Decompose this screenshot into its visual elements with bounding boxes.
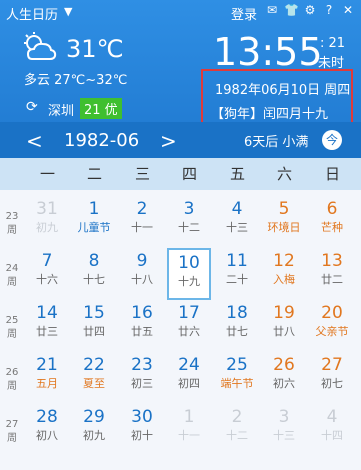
weekday-label: 三 <box>134 165 150 183</box>
day-cell[interactable]: 26 初六 <box>262 352 306 404</box>
close-icon[interactable]: ✕ <box>341 3 355 17</box>
day-cell[interactable]: 24 初四 <box>167 352 211 404</box>
day-cell[interactable]: 3 十三 <box>262 404 306 456</box>
day-cell[interactable]: 1 儿童节 <box>72 196 116 248</box>
week-number: 26 周 <box>5 367 19 392</box>
title-bar: 人生日历 ▼ 登录 ✉ 👕 ⚙ ? ✕ <box>0 0 361 24</box>
solar-date: 1982年06月10日 周四 <box>215 83 351 98</box>
weekday-header: 一 二 三 四 五 六 日 <box>0 158 361 190</box>
day-cell[interactable]: 4 十三 <box>215 196 259 248</box>
day-cell[interactable]: 27 初七 <box>310 352 354 404</box>
weekday-label: 一 <box>39 165 55 183</box>
mail-icon[interactable]: ✉ <box>265 3 279 17</box>
week-number: 25 周 <box>5 315 19 340</box>
aqi-badge: 21 优 <box>80 98 122 119</box>
month-nav: < 1982-06 > 6天后 小满 今 <box>0 122 361 158</box>
header-panel: 人生日历 ▼ 登录 ✉ 👕 ⚙ ? ✕ 31℃ 多云 27℃~32℃ ⟳ 深圳 … <box>0 0 361 158</box>
city-name[interactable]: 深圳 <box>48 100 74 119</box>
day-cell[interactable]: 6 芒种 <box>310 196 354 248</box>
weekday-label: 日 <box>324 165 340 183</box>
day-cell[interactable]: 18 廿七 <box>215 300 259 352</box>
next-month-button[interactable]: > <box>160 129 177 153</box>
day-cell[interactable]: 19 廿八 <box>262 300 306 352</box>
menu-caret-icon[interactable]: ▼ <box>64 5 72 18</box>
day-cell[interactable]: 15 廿四 <box>72 300 116 352</box>
day-cell[interactable]: 9 十八 <box>120 248 164 300</box>
day-cell[interactable]: 17 廿六 <box>167 300 211 352</box>
week-number-column: 23 周 24 周 25 周 26 周 27 周 <box>0 190 24 470</box>
day-cell[interactable]: 11 二十 <box>215 248 259 300</box>
day-cell[interactable]: 14 廿三 <box>25 300 69 352</box>
weekday-label: 二 <box>86 165 102 183</box>
weekday-label: 五 <box>229 165 245 183</box>
day-cell[interactable]: 31 初九 <box>25 196 69 248</box>
day-cell[interactable]: 16 廿五 <box>120 300 164 352</box>
day-cell[interactable]: 28 初八 <box>25 404 69 456</box>
refresh-icon[interactable]: ⟳ <box>26 99 38 115</box>
app-title[interactable]: 人生日历 <box>6 4 58 23</box>
settings-icon[interactable]: ⚙ <box>303 3 317 17</box>
day-cell[interactable]: 2 十一 <box>120 196 164 248</box>
day-cell[interactable]: 7 十六 <box>25 248 69 300</box>
calendar-window: 人生日历 ▼ 登录 ✉ 👕 ⚙ ? ✕ 31℃ 多云 27℃~32℃ ⟳ 深圳 … <box>0 0 361 470</box>
current-month[interactable]: 1982-06 <box>64 130 139 151</box>
week-number: 27 周 <box>5 419 19 444</box>
day-cell[interactable]: 21 五月 <box>25 352 69 404</box>
day-cell[interactable]: 1 十一 <box>167 404 211 456</box>
prev-month-button[interactable]: < <box>26 129 43 153</box>
day-cell[interactable]: 29 初九 <box>72 404 116 456</box>
login-link[interactable]: 登录 <box>231 4 257 23</box>
cloudy-icon <box>24 32 57 60</box>
week-number: 24 周 <box>5 263 19 288</box>
date-info-box: 1982年06月10日 周四 【狗年】闰四月十九 <box>201 69 353 129</box>
day-cell[interactable]: 8 十七 <box>72 248 116 300</box>
weekday-label: 六 <box>276 165 292 183</box>
day-cell[interactable]: 25 端午节 <box>215 352 259 404</box>
day-cell[interactable]: 20 父亲节 <box>310 300 354 352</box>
week-number: 23 周 <box>5 211 19 236</box>
day-cell[interactable]: 5 环境日 <box>262 196 306 248</box>
day-cell[interactable]: 2 十二 <box>215 404 259 456</box>
weekday-label: 四 <box>181 165 197 183</box>
clock-seconds: : 21 <box>320 36 346 51</box>
day-cell[interactable]: 12 入梅 <box>262 248 306 300</box>
weather-description: 多云 27℃~32℃ <box>24 73 128 88</box>
help-icon[interactable]: ? <box>322 3 336 17</box>
day-cell[interactable]: 13 廿二 <box>310 248 354 300</box>
lunar-date: 【狗年】闰四月十九 <box>211 107 329 122</box>
day-cell[interactable]: 30 初十 <box>120 404 164 456</box>
day-cell[interactable]: 22 夏至 <box>72 352 116 404</box>
day-cell[interactable]: 23 初三 <box>120 352 164 404</box>
solar-term-info: 6天后 小满 <box>244 135 309 150</box>
day-cell-selected[interactable]: 10 十九 <box>167 248 211 300</box>
day-cell[interactable]: 4 十四 <box>310 404 354 456</box>
today-button[interactable]: 今 <box>322 130 342 150</box>
temperature: 31℃ <box>66 35 124 63</box>
clock-time: 13:55 <box>213 30 323 74</box>
shirt-icon[interactable]: 👕 <box>284 3 299 17</box>
day-cell[interactable]: 3 十二 <box>167 196 211 248</box>
